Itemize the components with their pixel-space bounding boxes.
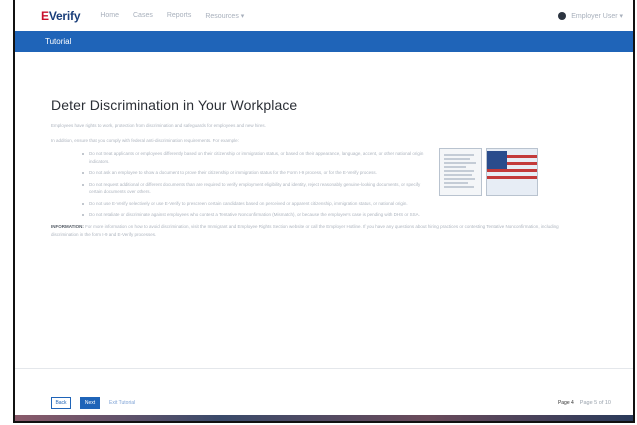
- right-to-work-poster-image: [439, 148, 482, 196]
- list-item: Do not request additional or different d…: [82, 181, 429, 196]
- user-menu-label: Employer User ▾: [571, 12, 623, 20]
- current-page: Page 4: [557, 400, 574, 406]
- requirement-text: In addition, ensure that you comply with…: [51, 138, 239, 143]
- tutorial-content: Deter Discrimination in Your Workplace E…: [15, 97, 633, 239]
- page-total: Page 5 of 10: [579, 400, 611, 406]
- back-button[interactable]: Back: [51, 397, 71, 409]
- nav-item-home[interactable]: Home: [100, 12, 119, 20]
- participation-poster-image: [486, 148, 538, 196]
- intro-text: Employees have rights to work, protectio…: [51, 123, 266, 128]
- top-navbar: EVerify Home Cases Reports Resources ▾ E…: [15, 0, 633, 31]
- info-label: INFORMATION:: [51, 223, 84, 229]
- page-title: Deter Discrimination in Your Workplace: [51, 97, 298, 113]
- app-window: EVerify Home Cases Reports Resources ▾ E…: [13, 0, 635, 423]
- list-item: Do not retaliate or discriminate against…: [82, 211, 599, 219]
- discrimination-rules-list: Do not treat applicants or employees dif…: [51, 150, 633, 219]
- tutorial-footer: Back Next Exit Tutorial Page 4 Page 5 of…: [51, 397, 611, 409]
- taskbar-strip: [15, 415, 633, 421]
- user-icon: [558, 11, 567, 20]
- main-nav: Home Cases Reports Resources ▾: [100, 12, 244, 20]
- everify-logo[interactable]: EVerify: [41, 9, 81, 23]
- next-button[interactable]: Next: [80, 397, 100, 409]
- nav-item-resources[interactable]: Resources ▾: [205, 12, 244, 20]
- list-item: Do not ask an employee to show a documen…: [82, 169, 429, 177]
- user-menu[interactable]: Employer User ▾: [558, 11, 623, 20]
- nav-item-reports[interactable]: Reports: [167, 12, 192, 20]
- tutorial-header-bar: Tutorial: [15, 31, 633, 52]
- flag-icon: [487, 151, 507, 169]
- info-text: For more information on how to avoid dis…: [51, 223, 559, 237]
- nav-item-cases[interactable]: Cases: [133, 12, 153, 20]
- list-item: Do not treat applicants or employees dif…: [82, 150, 429, 165]
- tutorial-label: Tutorial: [45, 37, 72, 46]
- poster-images: [439, 148, 538, 196]
- footer-divider: [15, 368, 633, 369]
- information-note: INFORMATION: For more information on how…: [51, 223, 566, 239]
- page-indicator: Page 4 Page 5 of 10: [558, 400, 611, 406]
- exit-tutorial-link[interactable]: Exit Tutorial: [109, 400, 135, 406]
- list-item: Do not use E-Verify selectively or use E…: [82, 200, 599, 208]
